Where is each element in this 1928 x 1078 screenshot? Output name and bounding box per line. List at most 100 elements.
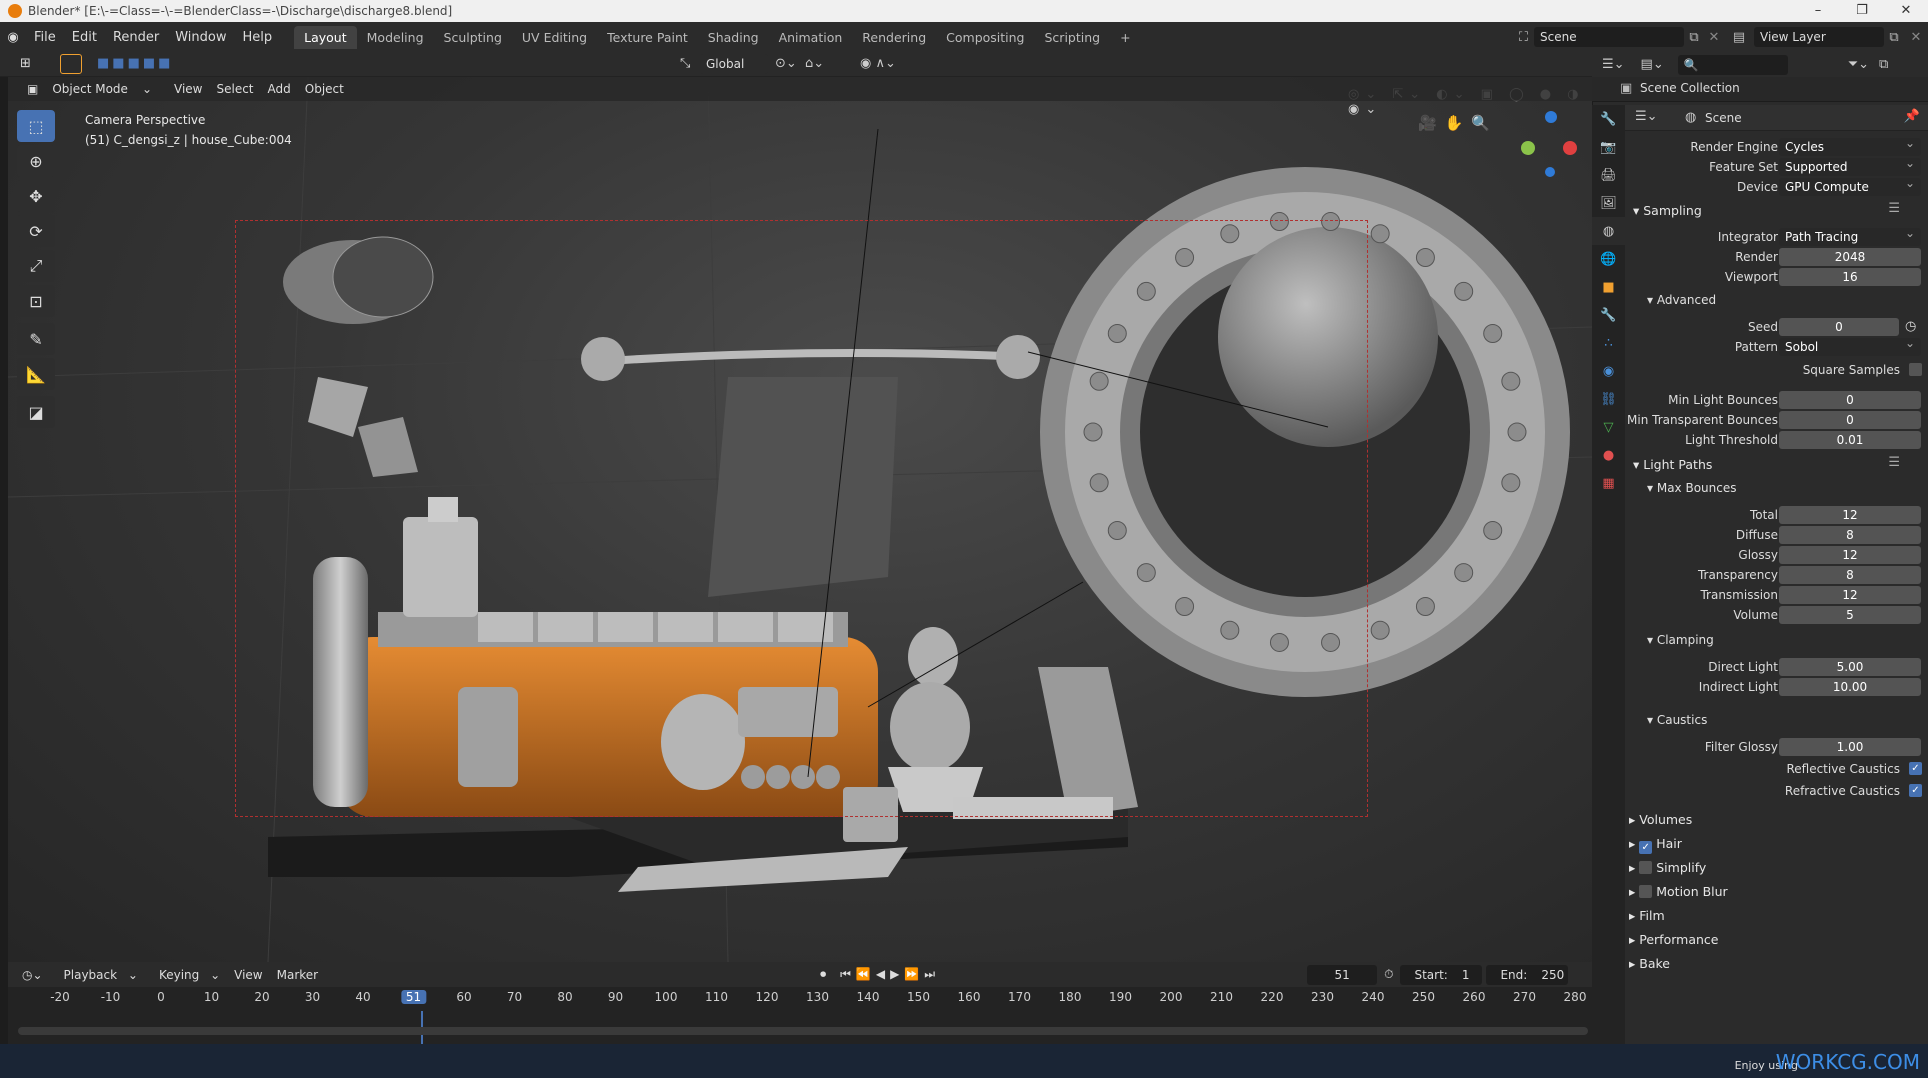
- minimize-icon[interactable]: –: [1796, 0, 1840, 22]
- simplify-checkbox[interactable]: [1639, 861, 1653, 874]
- add-workspace-icon[interactable]: +: [1110, 26, 1140, 49]
- select-tool-icon[interactable]: ⬚: [17, 110, 55, 142]
- motion-blur-checkbox[interactable]: [1639, 885, 1653, 898]
- scale-tool-icon[interactable]: ⤢: [17, 250, 55, 282]
- object-mode-icon[interactable]: ▣: [20, 81, 45, 97]
- snap-icon[interactable]: ⌂⌄: [805, 56, 824, 71]
- pattern-dropdown[interactable]: Sobol: [1779, 334, 1921, 356]
- view-layer-field[interactable]: View Layer: [1754, 27, 1884, 47]
- annotate-tool-icon[interactable]: ✎: [17, 323, 55, 355]
- data-tab-icon[interactable]: ▽: [1592, 413, 1625, 441]
- total-bounces-field[interactable]: 12: [1779, 506, 1921, 524]
- pivot-icon[interactable]: ⊙⌄: [775, 56, 797, 71]
- properties-editor-icon[interactable]: ☰⌄: [1635, 109, 1658, 124]
- tab-layout[interactable]: Layout: [294, 25, 357, 49]
- rotate-tool-icon[interactable]: ⟳: [17, 215, 55, 247]
- transform-orientation-dropdown[interactable]: Global: [700, 54, 768, 74]
- menu-edit[interactable]: Edit: [64, 30, 105, 45]
- volumes-panel-header[interactable]: ▸ Volumes: [1629, 812, 1692, 827]
- reflective-caustics-checkbox[interactable]: ✓: [1909, 762, 1922, 775]
- indirect-light-field[interactable]: 10.00: [1779, 678, 1921, 696]
- remove-scene-icon[interactable]: ✕: [1704, 30, 1724, 45]
- orientation-icon[interactable]: ⤡: [680, 56, 690, 71]
- menu-help[interactable]: Help: [235, 30, 281, 45]
- max-bounces-subpanel-header[interactable]: ▾ Max Bounces: [1647, 481, 1736, 495]
- constraints-tab-icon[interactable]: ⛓: [1592, 385, 1625, 413]
- transform-tool-icon[interactable]: ⊡: [17, 285, 55, 317]
- filter-icon[interactable]: ⏷⌄: [1848, 57, 1869, 72]
- menu-object[interactable]: Object: [298, 81, 351, 97]
- hair-panel-header[interactable]: ▸ ✓ Hair: [1629, 836, 1682, 854]
- material-tab-icon[interactable]: ●: [1592, 441, 1625, 469]
- move-tool-icon[interactable]: ✥: [17, 180, 55, 212]
- hair-checkbox[interactable]: ✓: [1639, 841, 1653, 854]
- film-panel-header[interactable]: ▸ Film: [1629, 908, 1665, 923]
- render-tab-icon[interactable]: 📷: [1592, 133, 1625, 161]
- cursor-tool-icon[interactable]: ⊕: [17, 145, 55, 177]
- tab-texture-paint[interactable]: Texture Paint: [597, 26, 698, 49]
- new-scene-icon[interactable]: ⧉: [1684, 30, 1704, 45]
- performance-panel-header[interactable]: ▸ Performance: [1629, 932, 1718, 947]
- min-light-bounces-field[interactable]: 0: [1779, 391, 1921, 409]
- tab-modeling[interactable]: Modeling: [357, 26, 434, 49]
- modifier-tab-icon[interactable]: 🔧: [1592, 301, 1625, 329]
- output-tab-icon[interactable]: 🖨: [1592, 161, 1625, 189]
- transparency-bounces-field[interactable]: 8: [1779, 566, 1921, 584]
- clamping-subpanel-header[interactable]: ▾ Clamping: [1647, 633, 1714, 647]
- bake-panel-header[interactable]: ▸ Bake: [1629, 956, 1670, 971]
- record-icon[interactable]: ⏺: [813, 967, 833, 982]
- view-layer-icon[interactable]: ▤: [1724, 30, 1754, 45]
- tool-tab-icon[interactable]: 🔧: [1592, 105, 1625, 133]
- sampling-presets-icon[interactable]: ☰: [1888, 201, 1900, 216]
- transmission-bounces-field[interactable]: 12: [1779, 586, 1921, 604]
- min-transparent-bounces-field[interactable]: 0: [1779, 411, 1921, 429]
- select-box-tool-icon[interactable]: [60, 54, 82, 74]
- new-view-layer-icon[interactable]: ⧉: [1884, 30, 1904, 45]
- blender-menu-icon[interactable]: ◉: [0, 30, 26, 45]
- new-collection-icon[interactable]: ⧉: [1879, 57, 1888, 72]
- timeline-editor-icon[interactable]: ◷⌄: [8, 968, 50, 982]
- texture-tab-icon[interactable]: ▦: [1592, 469, 1625, 497]
- object-mode-dropdown[interactable]: Object Mode: [45, 81, 135, 97]
- proportional-edit-icon[interactable]: ◉ ∧⌄: [860, 56, 896, 71]
- outliner-search-input[interactable]: 🔍: [1677, 54, 1788, 75]
- frame-ruler[interactable]: -20 -10 0 10 20 30 40 51 60 70 80 90 100 110 120 130 140…: [8, 990, 1592, 1012]
- render-engine-dropdown[interactable]: Cycles: [1779, 134, 1921, 156]
- tab-scripting[interactable]: Scripting: [1035, 26, 1111, 49]
- scene-icon[interactable]: ⛶: [1519, 30, 1528, 45]
- glossy-bounces-field[interactable]: 12: [1779, 546, 1921, 564]
- add-cube-tool-icon[interactable]: ◪: [17, 396, 55, 428]
- display-mode-icon[interactable]: ▤⌄: [1635, 57, 1670, 72]
- marker-menu[interactable]: Marker: [270, 968, 325, 982]
- playback-menu[interactable]: Playback ⌄: [50, 968, 145, 982]
- advanced-subpanel-header[interactable]: ▾ Advanced: [1647, 293, 1716, 307]
- axis-gizmo[interactable]: [1511, 109, 1581, 179]
- light-paths-panel-header[interactable]: ▾ Light Paths: [1633, 457, 1712, 472]
- motion-blur-panel-header[interactable]: ▸ Motion Blur: [1629, 884, 1728, 899]
- view-layer-tab-icon[interactable]: 🖼: [1592, 189, 1625, 217]
- integrator-dropdown[interactable]: Path Tracing: [1779, 224, 1921, 246]
- seed-field[interactable]: 0: [1779, 318, 1899, 336]
- light-threshold-field[interactable]: 0.01: [1779, 431, 1921, 449]
- measure-tool-icon[interactable]: 📐: [17, 358, 55, 390]
- current-frame-field[interactable]: 51: [1307, 964, 1378, 985]
- scene-collection-label[interactable]: Scene Collection: [1640, 81, 1740, 95]
- timeline-view-menu[interactable]: View: [227, 968, 269, 982]
- feature-set-dropdown[interactable]: Supported: [1779, 154, 1921, 176]
- caustics-subpanel-header[interactable]: ▾ Caustics: [1647, 713, 1707, 727]
- start-frame-field[interactable]: Start: 1: [1400, 964, 1483, 985]
- volume-bounces-field[interactable]: 5: [1779, 606, 1921, 624]
- seed-clock-icon[interactable]: ◷: [1905, 319, 1916, 334]
- tab-rendering[interactable]: Rendering: [852, 26, 936, 49]
- sampling-panel-header[interactable]: ▾ Sampling: [1633, 203, 1702, 218]
- stopwatch-icon[interactable]: ⏱: [1377, 967, 1400, 982]
- world-tab-icon[interactable]: 🌐: [1592, 245, 1625, 273]
- editor-type-icon[interactable]: ⊞: [20, 56, 31, 71]
- square-samples-checkbox[interactable]: [1909, 363, 1922, 376]
- menu-render[interactable]: Render: [105, 30, 167, 45]
- remove-view-layer-icon[interactable]: ✕: [1904, 30, 1928, 45]
- tab-compositing[interactable]: Compositing: [936, 26, 1034, 49]
- filter-glossy-field[interactable]: 1.00: [1779, 738, 1921, 756]
- physics-tab-icon[interactable]: ◉: [1592, 357, 1625, 385]
- object-tab-icon[interactable]: ■: [1592, 273, 1625, 301]
